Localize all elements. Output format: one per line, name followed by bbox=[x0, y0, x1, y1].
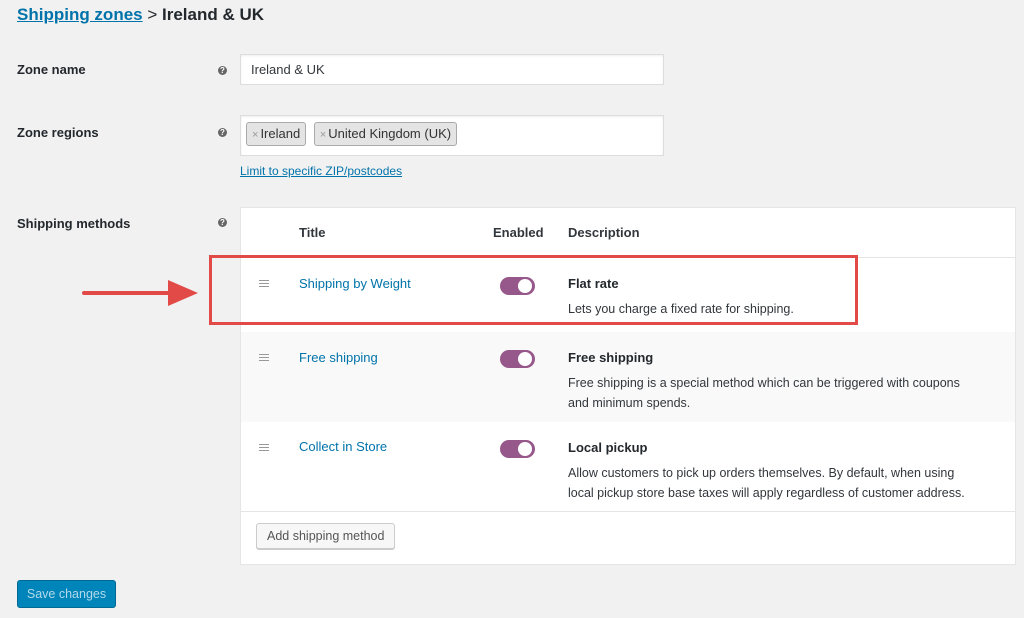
add-shipping-method-button[interactable]: Add shipping method bbox=[256, 523, 396, 549]
method-description-text: and minimum spends. bbox=[568, 396, 691, 410]
column-description: Description bbox=[568, 225, 640, 240]
remove-chip-icon[interactable]: × bbox=[252, 129, 258, 141]
save-changes-button[interactable]: Save changes bbox=[17, 580, 116, 608]
drag-handle-icon[interactable] bbox=[259, 354, 269, 363]
breadcrumb-current: Ireland & UK bbox=[161, 5, 265, 24]
method-type: Free shipping bbox=[568, 350, 654, 365]
zone-name-input[interactable]: Ireland & UK bbox=[240, 54, 664, 85]
shipping-methods-label: Shipping methods bbox=[17, 216, 131, 231]
table-row: Free shipping Free shipping Free shippin… bbox=[241, 332, 1015, 422]
zone-name-label: Zone name bbox=[17, 62, 86, 77]
breadcrumb-separator: > bbox=[142, 5, 162, 24]
region-chip-uk: × United Kingdom (UK) bbox=[313, 122, 458, 146]
method-type: Local pickup bbox=[568, 440, 648, 455]
remove-chip-icon[interactable]: × bbox=[320, 129, 326, 141]
breadcrumb-shipping-zones-link[interactable]: Shipping zones bbox=[17, 5, 143, 24]
drag-handle-icon[interactable] bbox=[259, 444, 269, 453]
method-title-link[interactable]: Collect in Store bbox=[299, 439, 387, 454]
help-icon[interactable]: ? bbox=[218, 128, 227, 137]
region-chip-ireland: × Ireland bbox=[246, 122, 307, 146]
method-description-text: Allow customers to pick up orders themse… bbox=[568, 466, 955, 480]
method-description-text: Free shipping is a special method which … bbox=[568, 376, 960, 390]
table-header: Title Enabled Description bbox=[241, 208, 1015, 258]
breadcrumb: Shipping zones > Ireland & UK bbox=[17, 5, 264, 25]
arrow-right-icon bbox=[82, 280, 198, 306]
method-title-link[interactable]: Free shipping bbox=[299, 350, 378, 365]
method-description: Local pickup Allow customers to pick up … bbox=[568, 440, 998, 503]
help-icon[interactable]: ? bbox=[218, 218, 227, 227]
enabled-toggle[interactable] bbox=[500, 350, 535, 368]
region-chip-label: United Kingdom (UK) bbox=[328, 126, 452, 141]
zone-regions-label: Zone regions bbox=[17, 125, 99, 140]
column-enabled: Enabled bbox=[493, 225, 544, 240]
enabled-toggle[interactable] bbox=[500, 440, 535, 458]
zone-regions-select[interactable]: × Ireland × United Kingdom (UK) bbox=[240, 115, 664, 156]
region-chip-label: Ireland bbox=[260, 126, 301, 141]
help-icon[interactable]: ? bbox=[218, 66, 227, 75]
method-description-text: local pickup store base taxes will apply… bbox=[568, 486, 965, 500]
limit-postcodes-link[interactable]: Limit to specific ZIP/postcodes bbox=[240, 164, 402, 178]
method-description: Free shipping Free shipping is a special… bbox=[568, 350, 998, 413]
column-title: Title bbox=[299, 225, 326, 240]
table-row: Collect in Store Local pickup Allow cust… bbox=[241, 422, 1015, 512]
table-footer: Add shipping method bbox=[241, 511, 1015, 564]
highlight-box bbox=[209, 255, 858, 325]
